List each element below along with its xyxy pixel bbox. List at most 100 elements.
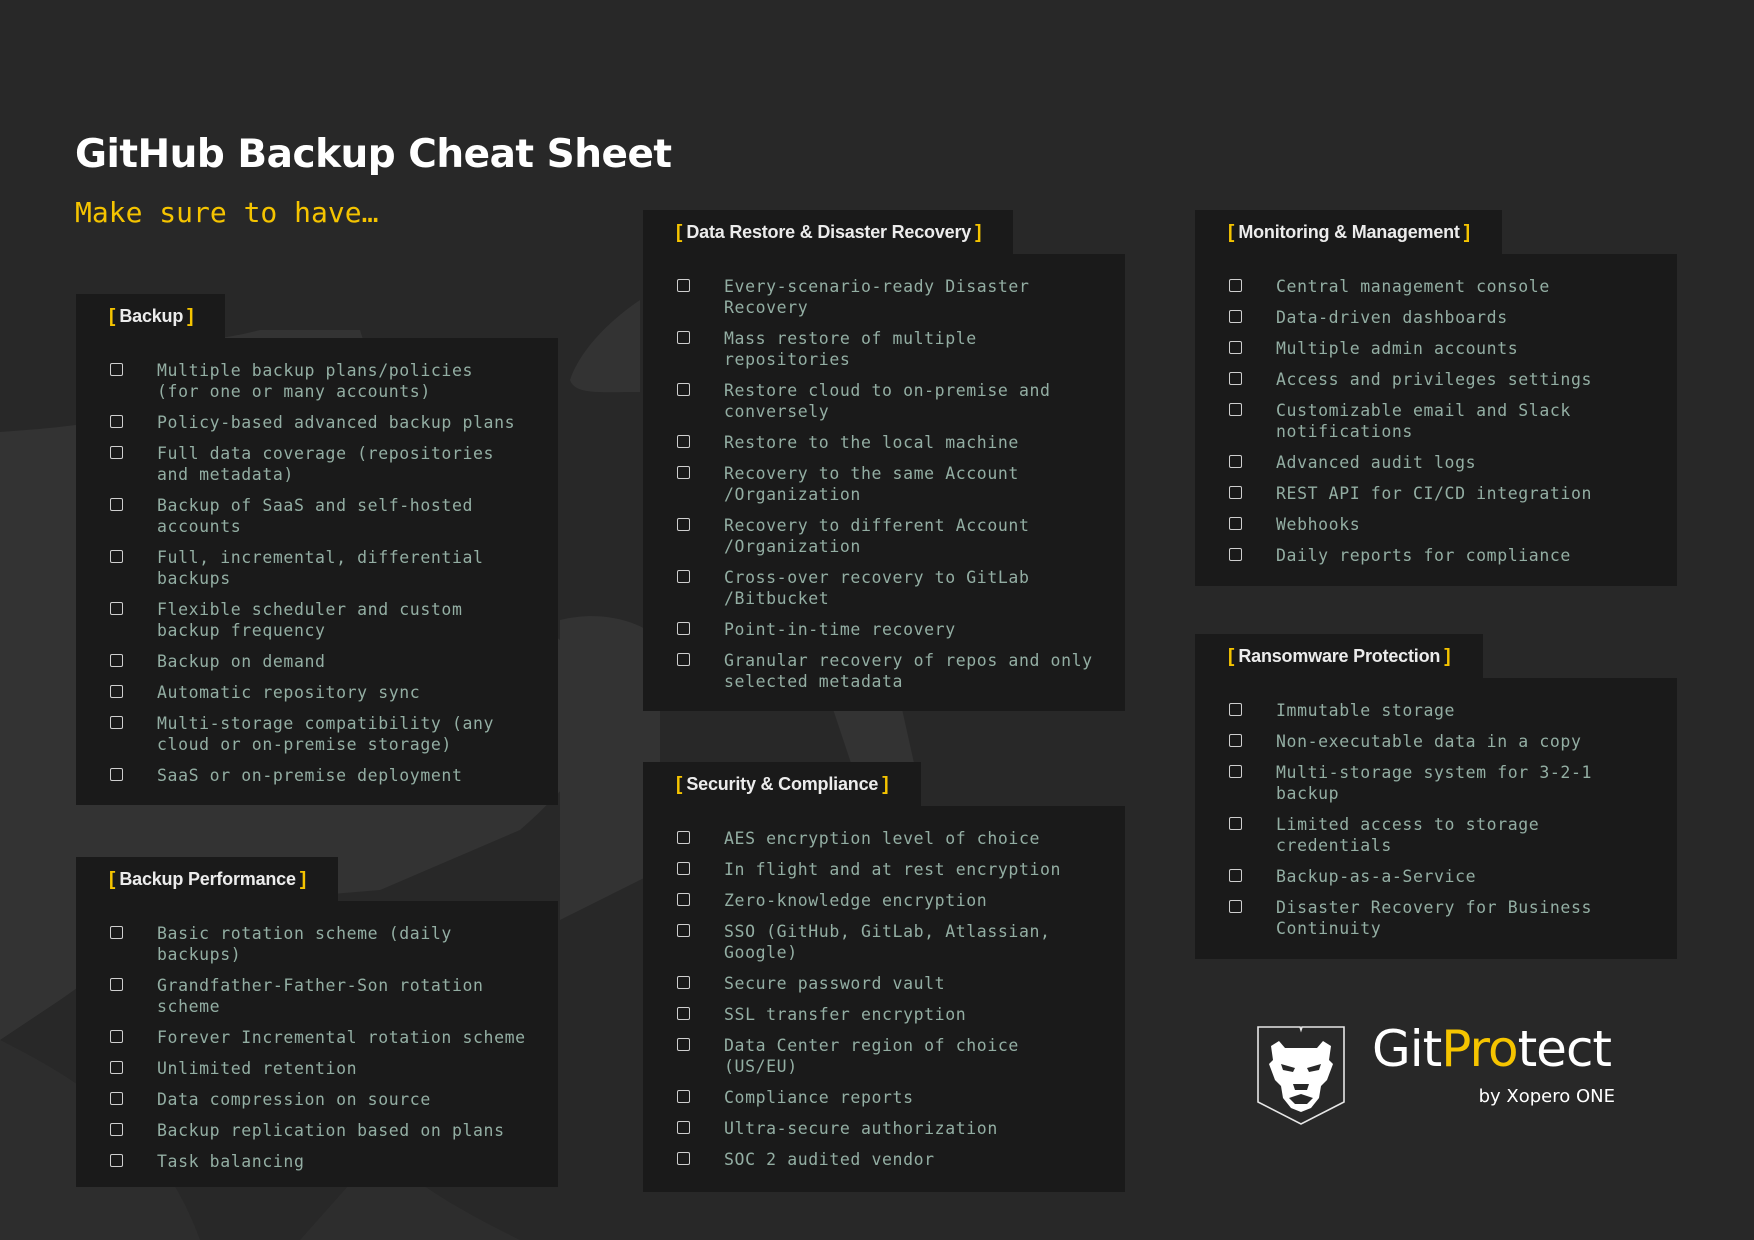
- section-monitoring-management: [ Monitoring & Management ] Central mana…: [1195, 210, 1677, 586]
- checklist-item-label: Point-in-time recovery: [724, 620, 956, 639]
- gitprotect-logo: GitProtect by Xopero ONE: [1255, 1020, 1635, 1128]
- checkbox[interactable]: [677, 1007, 690, 1020]
- brand-name: GitProtect: [1372, 1020, 1612, 1078]
- page-subtitle: Make sure to have…: [75, 196, 379, 229]
- checklist-item: Non-executable data in a copy: [1229, 731, 1647, 752]
- checklist-item: Full data coverage (repositories and met…: [110, 443, 528, 485]
- checkbox[interactable]: [1229, 310, 1242, 323]
- checkbox[interactable]: [677, 893, 690, 906]
- checkbox[interactable]: [110, 415, 123, 428]
- checkbox[interactable]: [1229, 517, 1242, 530]
- checklist-item-label: Mass restore of multiple repositories: [724, 329, 977, 369]
- checklist-item-label: Recovery to the same Account /Organizati…: [724, 464, 1019, 504]
- checklist-item: Backup of SaaS and self-hosted accounts: [110, 495, 528, 537]
- checkbox[interactable]: [110, 363, 123, 376]
- checklist-item-label: Advanced audit logs: [1276, 453, 1477, 472]
- checklist-item: Disaster Recovery for Business Continuit…: [1229, 897, 1647, 939]
- checkbox[interactable]: [110, 498, 123, 511]
- checklist-item-label: SOC 2 audited vendor: [724, 1150, 935, 1169]
- checkbox[interactable]: [677, 1121, 690, 1134]
- checklist-item-label: Disaster Recovery for Business Continuit…: [1276, 898, 1593, 938]
- section-header-tab: [ Ransomware Protection ]: [1195, 634, 1483, 679]
- brand-name-part: tect: [1517, 1020, 1612, 1078]
- bracket-open: [: [676, 773, 683, 795]
- section-heading: Data Restore & Disaster Recovery: [686, 222, 972, 242]
- checkbox[interactable]: [677, 383, 690, 396]
- checklist-item: Multi-storage compatibility (any cloud o…: [110, 713, 528, 755]
- checklist-item: Zero-knowledge encryption: [677, 890, 1095, 911]
- checkbox[interactable]: [110, 716, 123, 729]
- checkbox[interactable]: [110, 1154, 123, 1167]
- checklist: Multiple backup plans/policies (for one …: [76, 338, 558, 805]
- checkbox[interactable]: [677, 924, 690, 937]
- checklist-item-label: Granular recovery of repos and only sele…: [724, 651, 1093, 691]
- checklist-item-label: Zero-knowledge encryption: [724, 891, 988, 910]
- checklist-item-label: Customizable email and Slack notificatio…: [1276, 401, 1571, 441]
- checkbox[interactable]: [1229, 279, 1242, 292]
- checklist-item-label: AES encryption level of choice: [724, 829, 1041, 848]
- checkbox[interactable]: [677, 570, 690, 583]
- checkbox[interactable]: [677, 831, 690, 844]
- checkbox[interactable]: [677, 279, 690, 292]
- checkbox[interactable]: [110, 1123, 123, 1136]
- checklist-item: Multi-storage system for 3-2-1 backup: [1229, 762, 1647, 804]
- checklist-item-label: Multiple backup plans/policies (for one …: [157, 361, 474, 401]
- checkbox[interactable]: [110, 1030, 123, 1043]
- checkbox[interactable]: [1229, 486, 1242, 499]
- checkbox[interactable]: [1229, 734, 1242, 747]
- checklist-item: Customizable email and Slack notificatio…: [1229, 400, 1647, 442]
- checklist-item: Limited access to storage credentials: [1229, 814, 1647, 856]
- bracket-open: [: [676, 221, 683, 243]
- checkbox[interactable]: [110, 550, 123, 563]
- checkbox[interactable]: [677, 331, 690, 344]
- checkbox[interactable]: [677, 976, 690, 989]
- checkbox[interactable]: [1229, 869, 1242, 882]
- checkbox[interactable]: [1229, 341, 1242, 354]
- checklist-item: Flexible scheduler and custom backup fre…: [110, 599, 528, 641]
- checkbox[interactable]: [677, 1090, 690, 1103]
- checkbox[interactable]: [110, 978, 123, 991]
- checklist-item-label: Data-driven dashboards: [1276, 308, 1508, 327]
- checklist-item-label: Compliance reports: [724, 1088, 914, 1107]
- checkbox[interactable]: [1229, 455, 1242, 468]
- checklist-item-label: Full, incremental, differential backups: [157, 548, 484, 588]
- checkbox[interactable]: [110, 446, 123, 459]
- checklist-item-label: Multi-storage compatibility (any cloud o…: [157, 714, 495, 754]
- checklist-item-label: Secure password vault: [724, 974, 946, 993]
- checklist-item: Data compression on source: [110, 1089, 528, 1110]
- checkbox[interactable]: [1229, 372, 1242, 385]
- checkbox[interactable]: [1229, 765, 1242, 778]
- checkbox[interactable]: [677, 653, 690, 666]
- checkbox[interactable]: [1229, 900, 1242, 913]
- checkbox[interactable]: [1229, 817, 1242, 830]
- checkbox[interactable]: [110, 1092, 123, 1105]
- checklist-item: Multiple backup plans/policies (for one …: [110, 360, 528, 402]
- bracket-close: ]: [882, 773, 889, 795]
- checkbox[interactable]: [677, 1038, 690, 1051]
- checkbox[interactable]: [677, 622, 690, 635]
- checkbox[interactable]: [677, 466, 690, 479]
- checklist-item-label: Flexible scheduler and custom backup fre…: [157, 600, 463, 640]
- checklist-item: Every-scenario-ready Disaster Recovery: [677, 276, 1095, 318]
- checkbox[interactable]: [677, 1152, 690, 1165]
- checkbox[interactable]: [1229, 403, 1242, 416]
- checkbox[interactable]: [110, 926, 123, 939]
- checkbox[interactable]: [1229, 548, 1242, 561]
- checklist-item-label: Forever Incremental rotation scheme: [157, 1028, 526, 1047]
- checkbox[interactable]: [110, 768, 123, 781]
- checklist: Central management console Data-driven d…: [1195, 254, 1677, 586]
- checkbox[interactable]: [677, 435, 690, 448]
- checklist-item-label: Restore to the local machine: [724, 433, 1019, 452]
- checkbox[interactable]: [110, 685, 123, 698]
- section-header-tab: [ Backup ]: [76, 294, 226, 339]
- checklist-item-label: Automatic repository sync: [157, 683, 421, 702]
- checkbox[interactable]: [110, 1061, 123, 1074]
- section-data-restore: [ Data Restore & Disaster Recovery ] Eve…: [643, 210, 1125, 711]
- checkbox[interactable]: [110, 654, 123, 667]
- checkbox[interactable]: [677, 862, 690, 875]
- checkbox[interactable]: [110, 602, 123, 615]
- checkbox[interactable]: [1229, 703, 1242, 716]
- page-title: GitHub Backup Cheat Sheet: [75, 132, 672, 177]
- checklist-item-label: Multi-storage system for 3-2-1 backup: [1276, 763, 1593, 803]
- checkbox[interactable]: [677, 518, 690, 531]
